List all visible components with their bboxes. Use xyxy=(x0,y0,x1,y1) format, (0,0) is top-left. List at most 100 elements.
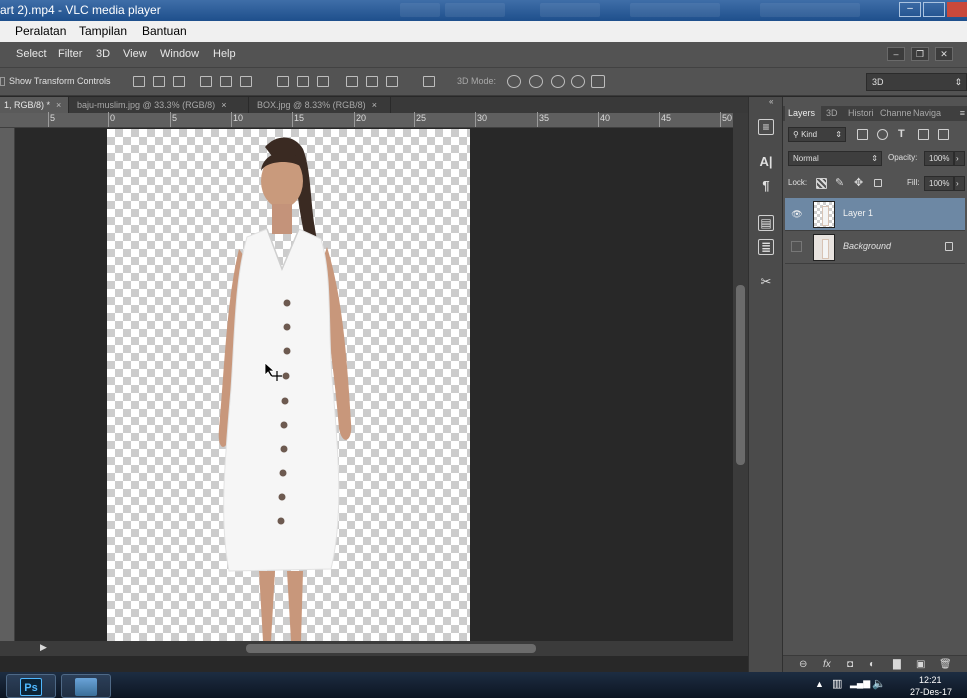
kind-filter-select[interactable]: ⚲ Kind ⇕ xyxy=(788,127,846,142)
horizontal-scrollbar[interactable]: ▶ xyxy=(0,641,748,656)
tab-current-document[interactable]: 1, RGB/8) * × xyxy=(0,97,69,113)
align-vcenter-icon[interactable] xyxy=(153,76,165,87)
tab-close-icon[interactable]: × xyxy=(56,100,61,110)
add-mask-icon[interactable]: ◘ xyxy=(847,659,853,670)
lock-image-pixels-icon[interactable]: ✎ xyxy=(835,176,844,189)
taskbar-photoshop-button[interactable]: Ps xyxy=(6,674,56,698)
distribute-bottom-icon[interactable] xyxy=(317,76,329,87)
3d-orbit-icon[interactable] xyxy=(507,75,521,88)
fill-input[interactable]: 100% xyxy=(924,176,954,191)
collapse-panels-icon[interactable]: « xyxy=(769,97,773,106)
tab-3d[interactable]: 3D xyxy=(823,106,845,121)
tray-expand-icon[interactable]: ▲ xyxy=(815,679,824,689)
adjustments-icon[interactable]: ≣ xyxy=(758,239,774,255)
panel-menu-icon[interactable]: ≡ xyxy=(960,106,965,121)
new-group-icon[interactable]: ▇ xyxy=(893,659,901,670)
ruler-tick xyxy=(231,112,232,127)
lock-transparent-pixels-icon[interactable] xyxy=(816,178,827,189)
auto-align-layers-icon[interactable] xyxy=(423,76,435,87)
menu-help[interactable]: Help xyxy=(213,42,236,67)
layer-row-layer-1[interactable]: 👁 Layer 1 xyxy=(785,198,965,231)
menu-peralatan[interactable]: Peralatan xyxy=(15,21,66,42)
distribute-vcenter-icon[interactable] xyxy=(297,76,309,87)
menu-select[interactable]: Select xyxy=(16,42,47,67)
clock-date[interactable]: 27-Des-17 xyxy=(910,687,952,697)
layer-name[interactable]: Background xyxy=(843,241,891,251)
ps-minimize-button[interactable]: – xyxy=(887,47,905,61)
volume-icon[interactable]: 🔈 xyxy=(872,677,886,690)
tool-presets-icon[interactable]: ✂ xyxy=(758,275,774,291)
3d-drag-icon[interactable] xyxy=(551,75,565,88)
vertical-scroll-thumb[interactable] xyxy=(736,285,745,465)
lock-position-icon[interactable]: ✥ xyxy=(854,176,863,189)
menu-bantuan[interactable]: Bantuan xyxy=(142,21,187,42)
menu-view[interactable]: View xyxy=(123,42,147,67)
document-workspace[interactable] xyxy=(15,128,733,641)
scroll-right-arrow-icon[interactable]: ▶ xyxy=(40,642,47,653)
opacity-input[interactable]: 100% xyxy=(924,151,954,166)
eye-icon[interactable]: 👁 xyxy=(791,208,803,220)
adjustment-layer-icon[interactable]: ◐ xyxy=(869,659,875,670)
tab-close-icon[interactable]: × xyxy=(221,100,226,110)
tab-close-icon[interactable]: × xyxy=(372,100,377,110)
align-right-icon[interactable] xyxy=(240,76,252,87)
distribute-left-icon[interactable] xyxy=(346,76,358,87)
ps-close-button[interactable]: ✕ xyxy=(935,47,953,61)
filter-shape-icon[interactable] xyxy=(918,129,929,140)
horizontal-scroll-thumb[interactable] xyxy=(246,644,536,653)
ps-restore-button[interactable]: ❐ xyxy=(911,47,929,61)
action-center-icon[interactable]: ▥ xyxy=(832,677,842,690)
distribute-hcenter-icon[interactable] xyxy=(366,76,378,87)
workspace-select[interactable]: 3D ⇕ xyxy=(866,73,967,91)
link-layers-icon[interactable]: ⊖ xyxy=(799,659,807,670)
fill-dropdown[interactable]: › xyxy=(954,176,965,191)
3d-scale-icon[interactable] xyxy=(591,75,605,88)
properties-icon[interactable]: ▤ xyxy=(758,215,774,231)
clock-time[interactable]: 12:21 xyxy=(919,675,942,685)
3d-slide-icon[interactable] xyxy=(571,75,585,88)
filter-type-icon[interactable]: T xyxy=(898,128,905,140)
align-left-icon[interactable] xyxy=(200,76,212,87)
tab-box[interactable]: BOX.jpg @ 8.33% (RGB/8) × xyxy=(253,97,391,113)
opacity-dropdown[interactable]: › xyxy=(954,151,965,166)
tab-baju-muslim[interactable]: baju-muslim.jpg @ 33.3% (RGB/8) × xyxy=(73,97,249,113)
tab-layers[interactable]: Layers xyxy=(785,106,821,121)
3d-roll-icon[interactable] xyxy=(529,75,543,88)
align-hcenter-icon[interactable] xyxy=(220,76,232,87)
tab-navigator[interactable]: Naviga xyxy=(910,106,944,121)
tab-history[interactable]: Histori xyxy=(845,106,877,121)
menu-3d[interactable]: 3D xyxy=(96,42,110,67)
filter-adjustment-icon[interactable] xyxy=(877,129,888,140)
layers-panel-footer: ⊖ fx ◘ ◐ ▇ ▣ 🗑 xyxy=(783,655,967,672)
align-top-icon[interactable] xyxy=(133,76,145,87)
filter-pixel-icon[interactable] xyxy=(857,129,868,140)
menu-filter[interactable]: Filter xyxy=(58,42,82,67)
tab-channels[interactable]: Channe xyxy=(877,106,911,121)
layer-name[interactable]: Layer 1 xyxy=(843,208,873,218)
layer-row-background[interactable]: Background xyxy=(785,231,965,264)
maximize-button[interactable] xyxy=(923,2,945,17)
paragraph-style-icon[interactable]: ≡ xyxy=(758,119,774,135)
distribute-right-icon[interactable] xyxy=(386,76,398,87)
close-button[interactable] xyxy=(947,2,967,17)
menu-tampilan[interactable]: Tampilan xyxy=(79,21,127,42)
distribute-top-icon[interactable] xyxy=(277,76,289,87)
fx-icon[interactable]: fx xyxy=(823,659,831,670)
vertical-scrollbar[interactable] xyxy=(733,113,748,641)
delete-layer-icon[interactable]: 🗑 xyxy=(939,659,952,670)
lock-all-icon[interactable] xyxy=(874,179,882,187)
ruler-tick xyxy=(292,112,293,127)
document-canvas[interactable] xyxy=(107,129,470,641)
show-transform-controls-checkbox[interactable]: Show Transform Controls xyxy=(0,68,111,95)
visibility-toggle-empty[interactable] xyxy=(791,241,802,252)
blend-mode-select[interactable]: Normal ⇕ xyxy=(788,151,882,166)
character-panel-icon[interactable]: A| xyxy=(758,155,774,171)
network-icon[interactable]: ▂▄▆ xyxy=(850,678,870,689)
minimize-button[interactable]: – xyxy=(899,2,921,17)
menu-window[interactable]: Window xyxy=(160,42,199,67)
new-layer-icon[interactable]: ▣ xyxy=(916,659,925,670)
paragraph-panel-icon[interactable]: ¶ xyxy=(758,179,774,195)
filter-smart-object-icon[interactable] xyxy=(938,129,949,140)
align-bottom-icon[interactable] xyxy=(173,76,185,87)
taskbar-image-viewer-button[interactable] xyxy=(61,674,111,698)
